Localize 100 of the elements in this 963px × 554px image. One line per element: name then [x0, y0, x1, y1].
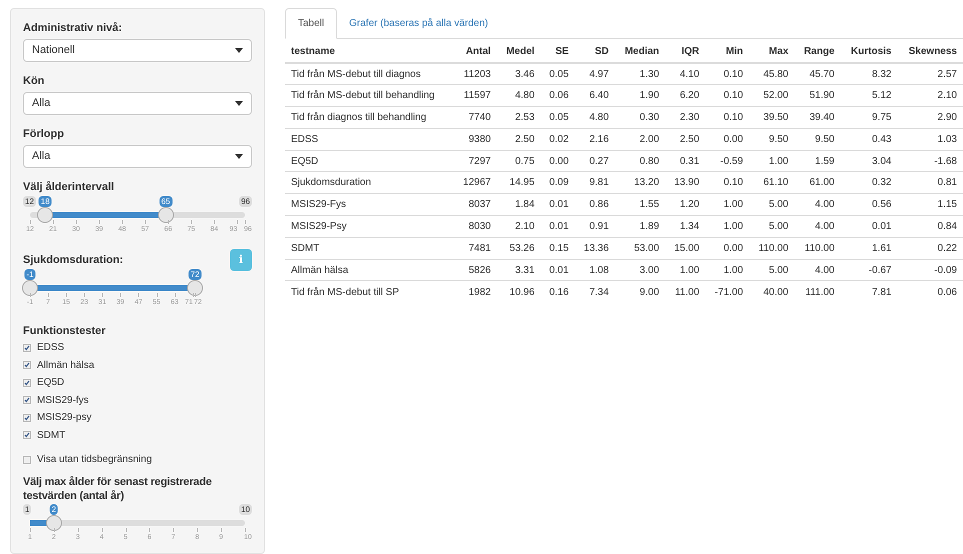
column-header: Median	[614, 41, 666, 63]
table-cell: 10.96	[496, 280, 541, 303]
checkbox[interactable]	[23, 396, 31, 404]
table-cell: -0.09	[897, 259, 963, 281]
min-label: 1	[23, 504, 32, 514]
table-cell: 52.00	[749, 84, 794, 107]
table-cell: 0.75	[496, 150, 541, 172]
table-cell: 1.89	[614, 216, 666, 238]
table-cell: 11.00	[665, 280, 706, 303]
table-cell: 0.00	[705, 237, 750, 260]
table-cell: 1.03	[897, 128, 963, 150]
max-label: 10	[239, 504, 252, 514]
table-cell: 0.84	[897, 216, 963, 238]
table-cell: 0.30	[614, 106, 666, 128]
column-header: Medel	[496, 41, 541, 63]
table-cell: 9.50	[794, 128, 840, 150]
table-cell: 61.00	[794, 172, 840, 194]
table-cell: 4.00	[794, 216, 840, 238]
table-cell: 0.06	[540, 84, 575, 107]
table-cell: 1.55	[614, 194, 666, 216]
table-cell: 7740	[454, 106, 497, 128]
slider-handle[interactable]	[46, 514, 62, 530]
table-cell: 0.10	[705, 63, 750, 85]
table-cell: 5.00	[749, 194, 794, 216]
table-cell: 0.22	[897, 237, 963, 260]
checkbox[interactable]	[23, 344, 31, 352]
value-label: 18	[38, 196, 52, 207]
table-cell: 111.00	[794, 280, 840, 303]
checkbox[interactable]	[23, 414, 31, 422]
table-cell: 2.16	[574, 128, 615, 150]
table-cell: 1.61	[840, 237, 898, 260]
table-cell: 0.09	[540, 172, 575, 194]
table-cell: 45.80	[749, 63, 794, 85]
table-cell: 2.00	[614, 128, 666, 150]
caret-icon	[235, 154, 243, 159]
checkbox-label: MSIS29-fys	[37, 394, 89, 408]
table-cell: Allmän hälsa	[285, 259, 454, 281]
table-cell: 14.95	[496, 172, 541, 194]
checkbox[interactable]	[23, 378, 31, 387]
table-cell: 3.00	[614, 259, 666, 281]
slider-handle[interactable]	[187, 280, 203, 296]
table-cell: 0.01	[540, 216, 575, 238]
table-cell: Tid från MS-debut till behandling	[285, 84, 454, 107]
select-dropdown[interactable]: Alla	[23, 92, 252, 115]
column-header: Min	[705, 41, 750, 63]
table-cell: 1.30	[614, 63, 666, 85]
value-label: 2	[50, 504, 58, 514]
input-label: Sjukdomsduration:	[23, 253, 124, 267]
slider-handle[interactable]	[158, 207, 174, 223]
value-label: 65	[159, 196, 172, 207]
table-cell: 2.53	[496, 106, 541, 128]
column-header: Antal	[454, 41, 497, 63]
table-cell: 2.50	[665, 128, 706, 150]
checkbox-label: MSIS29-psy	[37, 411, 92, 426]
column-header: SD	[574, 41, 615, 63]
table-cell: 0.91	[574, 216, 615, 238]
table-cell: 7481	[454, 237, 497, 260]
table-cell: 8037	[454, 194, 497, 216]
table-cell: 110.00	[749, 237, 794, 260]
table-cell: 1.00	[705, 259, 750, 281]
table-cell: 1.34	[665, 216, 706, 238]
table-cell: 0.32	[840, 172, 898, 194]
table-cell: -0.59	[705, 150, 750, 172]
table-cell: 0.00	[540, 150, 575, 172]
table-cell: 0.00	[705, 128, 750, 150]
table-cell: 4.80	[496, 84, 541, 107]
checkbox[interactable]	[23, 361, 31, 370]
table-cell: 0.16	[540, 280, 575, 303]
tab[interactable]: Grafer (baseras på alla värden)	[337, 8, 500, 39]
table-cell: -0.67	[840, 259, 898, 281]
input-label: Förlopp	[23, 127, 65, 141]
table-cell: 0.31	[665, 150, 706, 172]
table-cell: 6.20	[665, 84, 706, 107]
table-cell: 2.10	[496, 216, 541, 238]
table-cell: 3.31	[496, 259, 541, 281]
table-cell: 2.90	[897, 106, 963, 128]
input-label: Funktionstester	[23, 324, 107, 338]
select-dropdown[interactable]: Nationell	[23, 39, 252, 62]
table-cell: 1.20	[665, 194, 706, 216]
column-header: Range	[794, 41, 840, 63]
checkbox[interactable]	[23, 431, 31, 440]
slider-handle[interactable]	[22, 280, 38, 296]
table-cell: 12967	[454, 172, 497, 194]
checkbox-label: SDMT	[37, 428, 66, 443]
table-cell: 0.10	[705, 84, 750, 107]
table-cell: MSIS29-Fys	[285, 194, 454, 216]
select-dropdown[interactable]: Alla	[23, 145, 252, 168]
table-cell: Sjukdomsduration	[285, 172, 454, 194]
slider-handle[interactable]	[37, 207, 54, 223]
table-cell: 61.10	[749, 172, 794, 194]
table-cell: 1.00	[705, 194, 750, 216]
table-cell: 5.00	[749, 259, 794, 281]
table-cell: 1.15	[897, 194, 963, 216]
table-cell: 0.01	[540, 194, 575, 216]
tab[interactable]: Tabell	[285, 8, 338, 39]
checkbox[interactable]	[23, 456, 31, 464]
input-label: Kön	[23, 74, 46, 88]
checkbox-label: EQ5D	[37, 376, 64, 390]
table-cell: 0.15	[540, 237, 575, 260]
value-label: 72	[188, 269, 202, 280]
